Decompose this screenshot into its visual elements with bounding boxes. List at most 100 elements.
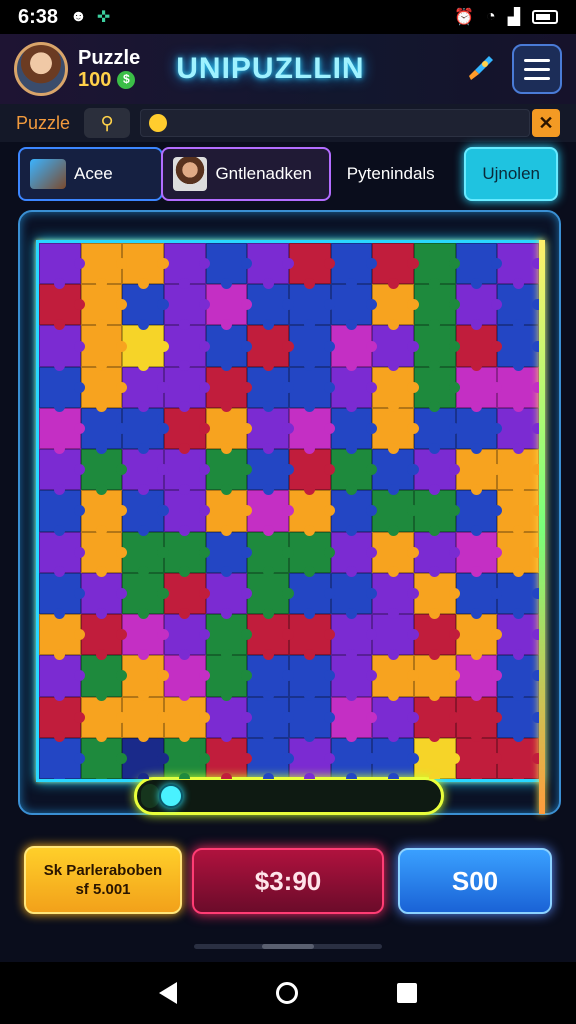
puzzle-piece[interactable]: [497, 737, 539, 779]
puzzle-piece[interactable]: [497, 449, 539, 496]
puzzle-piece[interactable]: [372, 449, 419, 496]
puzzle-piece[interactable]: [205, 243, 252, 289]
puzzle-piece[interactable]: [80, 449, 127, 496]
puzzle-piece[interactable]: [330, 284, 377, 331]
puzzle-piece[interactable]: [289, 407, 335, 454]
puzzle-piece[interactable]: [289, 490, 335, 537]
tab-acee[interactable]: Acee: [18, 147, 164, 201]
puzzle-piece[interactable]: [330, 531, 377, 578]
puzzle-piece[interactable]: [122, 655, 169, 702]
puzzle-piece[interactable]: [497, 531, 539, 578]
puzzle-piece[interactable]: [247, 572, 294, 619]
tab-ujnolen[interactable]: Ujnolen: [464, 147, 558, 201]
puzzle-piece[interactable]: [80, 531, 127, 578]
puzzle-piece[interactable]: [205, 407, 252, 454]
menu-button[interactable]: [512, 44, 562, 94]
tab-pytenindals[interactable]: Pytenindals: [337, 147, 465, 201]
puzzle-piece[interactable]: [330, 696, 377, 743]
puzzle-piece[interactable]: [164, 572, 210, 619]
puzzle-piece[interactable]: [414, 366, 460, 413]
puzzle-piece[interactable]: [80, 284, 127, 331]
puzzle-piece[interactable]: [497, 614, 539, 661]
rocket-icon[interactable]: [460, 49, 500, 89]
puzzle-piece[interactable]: [414, 490, 460, 537]
puzzle-piece[interactable]: [80, 243, 127, 289]
puzzle-piece[interactable]: [80, 737, 127, 779]
puzzle-piece[interactable]: [122, 325, 169, 372]
puzzle-piece[interactable]: [122, 490, 169, 537]
puzzle-piece[interactable]: [80, 696, 127, 743]
puzzle-piece[interactable]: [164, 490, 210, 537]
puzzle-piece[interactable]: [455, 696, 502, 743]
puzzle-piece[interactable]: [39, 407, 85, 454]
puzzle-piece[interactable]: [372, 614, 419, 661]
avatar[interactable]: [14, 42, 68, 96]
puzzle-piece[interactable]: [414, 655, 460, 702]
puzzle-piece[interactable]: [39, 366, 85, 413]
puzzle-piece[interactable]: [497, 696, 539, 743]
left-action-button[interactable]: Sk Parleraboben sf 5.001: [24, 846, 182, 914]
puzzle-piece[interactable]: [414, 737, 460, 779]
puzzle-piece[interactable]: [247, 243, 294, 289]
puzzle-piece[interactable]: [497, 572, 539, 619]
puzzle-piece[interactable]: [122, 572, 169, 619]
puzzle-piece[interactable]: [330, 325, 377, 372]
puzzle-piece[interactable]: [39, 490, 85, 537]
tab-gntlenadken[interactable]: Gntlenadken: [161, 147, 331, 201]
progress-knob[interactable]: [159, 784, 184, 808]
puzzle-piece[interactable]: [205, 325, 252, 372]
puzzle-piece[interactable]: [414, 449, 460, 496]
puzzle-piece[interactable]: [122, 614, 169, 661]
puzzle-piece[interactable]: [164, 655, 210, 702]
puzzle-piece[interactable]: [205, 531, 252, 578]
puzzle-piece[interactable]: [497, 490, 539, 537]
puzzle-piece[interactable]: [330, 614, 377, 661]
puzzle-piece[interactable]: [330, 366, 377, 413]
puzzle-piece[interactable]: [372, 407, 419, 454]
puzzle-piece[interactable]: [122, 407, 169, 454]
puzzle-piece[interactable]: [372, 325, 419, 372]
puzzle-piece[interactable]: [414, 407, 460, 454]
puzzle-piece[interactable]: [497, 366, 539, 413]
puzzle-piece[interactable]: [372, 696, 419, 743]
puzzle-piece[interactable]: [122, 531, 169, 578]
puzzle-piece[interactable]: [122, 696, 169, 743]
puzzle-piece[interactable]: [205, 572, 252, 619]
puzzle-piece[interactable]: [414, 614, 460, 661]
search-button[interactable]: ⚲: [84, 108, 131, 138]
puzzle-piece[interactable]: [164, 737, 210, 779]
puzzle-piece[interactable]: [80, 655, 127, 702]
puzzle-piece[interactable]: [455, 490, 502, 537]
right-action-button[interactable]: S00: [398, 848, 552, 914]
puzzle-piece[interactable]: [289, 614, 335, 661]
puzzle-piece[interactable]: [164, 407, 210, 454]
puzzle-piece[interactable]: [164, 284, 210, 331]
puzzle-piece[interactable]: [247, 490, 294, 537]
puzzle-piece[interactable]: [330, 655, 377, 702]
puzzle-piece[interactable]: [414, 531, 460, 578]
puzzle-piece[interactable]: [247, 655, 294, 702]
puzzle-piece[interactable]: [122, 449, 169, 496]
puzzle-piece[interactable]: [39, 737, 85, 779]
puzzle-piece[interactable]: [455, 325, 502, 372]
puzzle-piece[interactable]: [80, 614, 127, 661]
puzzle-piece[interactable]: [164, 531, 210, 578]
puzzle-piece[interactable]: [330, 737, 377, 779]
puzzle-piece[interactable]: [455, 572, 502, 619]
puzzle-piece[interactable]: [330, 407, 377, 454]
puzzle-piece[interactable]: [205, 284, 252, 331]
clear-button[interactable]: ✕: [532, 109, 560, 137]
puzzle-piece[interactable]: [164, 325, 210, 372]
puzzle-piece[interactable]: [372, 531, 419, 578]
puzzle-piece[interactable]: [289, 366, 335, 413]
puzzle-piece[interactable]: [122, 737, 169, 779]
puzzle-piece[interactable]: [497, 284, 539, 331]
puzzle-piece[interactable]: [247, 325, 294, 372]
puzzle-piece[interactable]: [455, 366, 502, 413]
puzzle-piece[interactable]: [414, 572, 460, 619]
puzzle-piece[interactable]: [122, 243, 169, 289]
puzzle-piece[interactable]: [205, 449, 252, 496]
price-button[interactable]: $3:90: [192, 848, 384, 914]
puzzle-piece[interactable]: [80, 490, 127, 537]
puzzle-piece[interactable]: [39, 696, 85, 743]
